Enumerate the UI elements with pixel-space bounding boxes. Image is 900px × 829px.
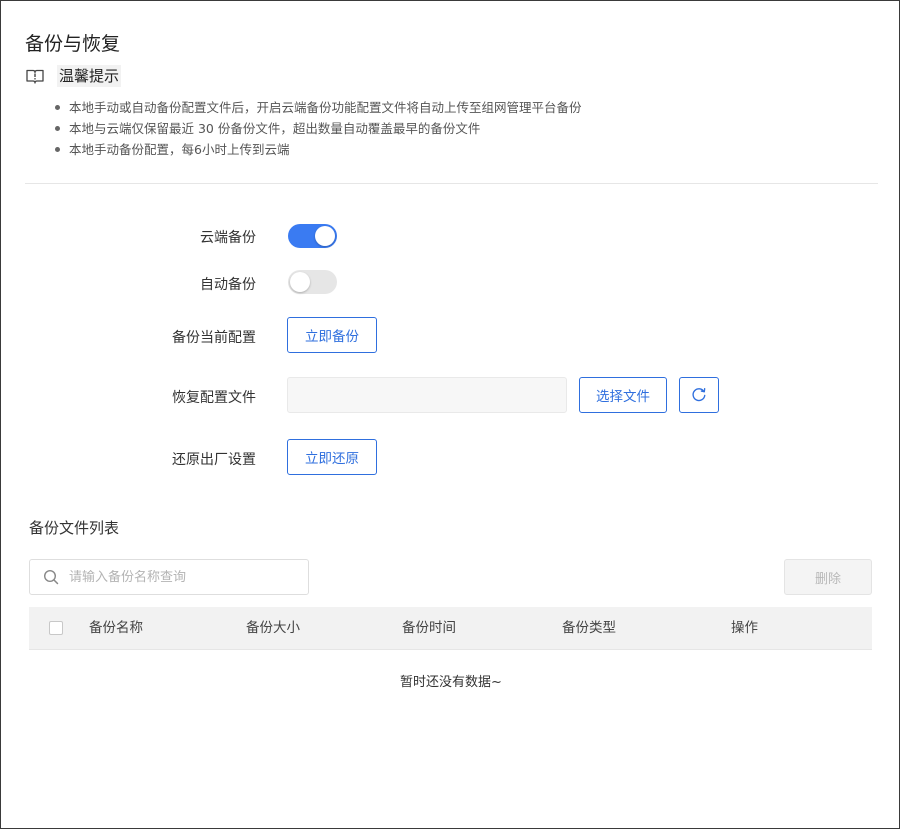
backup-restore-panel: 备份与恢复 温馨提示 本地手动或自动备份配置文件后，开启云端备份功能配置文件将自… bbox=[0, 0, 900, 829]
column-header-actions: 操作 bbox=[731, 620, 758, 636]
notice-header: 温馨提示 bbox=[25, 65, 122, 87]
column-header-time: 备份时间 bbox=[402, 620, 456, 636]
factory-reset-label: 还原出厂设置 bbox=[172, 452, 256, 468]
search-input[interactable] bbox=[69, 569, 289, 585]
notice-item: 本地与云端仅保留最近 30 份备份文件，超出数量自动覆盖最早的备份文件 bbox=[55, 118, 582, 139]
choose-file-button[interactable]: 选择文件 bbox=[579, 377, 667, 413]
empty-state-text: 暂时还没有数据~ bbox=[400, 675, 502, 690]
search-icon bbox=[43, 569, 59, 585]
backup-now-button[interactable]: 立即备份 bbox=[287, 317, 377, 353]
column-header-name: 备份名称 bbox=[89, 620, 143, 636]
auto-backup-toggle[interactable] bbox=[288, 270, 337, 294]
restore-now-button[interactable]: 立即还原 bbox=[287, 439, 377, 475]
auto-backup-label: 自动备份 bbox=[200, 277, 256, 293]
restore-file-field[interactable] bbox=[287, 377, 567, 413]
table-header: 备份名称 备份大小 备份时间 备份类型 操作 bbox=[29, 607, 872, 650]
backup-list-title: 备份文件列表 bbox=[29, 519, 120, 537]
notice-item: 本地手动备份配置，每6小时上传到云端 bbox=[55, 139, 582, 160]
section-divider bbox=[25, 183, 878, 184]
notice-item: 本地手动或自动备份配置文件后，开启云端备份功能配置文件将自动上传至组网管理平台备… bbox=[55, 97, 582, 118]
refresh-button[interactable] bbox=[679, 377, 719, 413]
cloud-backup-label: 云端备份 bbox=[200, 230, 256, 246]
refresh-icon bbox=[690, 386, 708, 404]
page-title: 备份与恢复 bbox=[25, 33, 121, 55]
column-header-size: 备份大小 bbox=[246, 620, 300, 636]
info-book-icon bbox=[25, 66, 45, 86]
notice-list: 本地手动或自动备份配置文件后，开启云端备份功能配置文件将自动上传至组网管理平台备… bbox=[55, 97, 582, 160]
search-box[interactable] bbox=[29, 559, 309, 595]
notice-title: 温馨提示 bbox=[57, 65, 122, 87]
toggle-knob bbox=[290, 272, 310, 292]
restore-file-label: 恢复配置文件 bbox=[172, 390, 256, 406]
toggle-knob bbox=[315, 226, 335, 246]
column-header-type: 备份类型 bbox=[562, 620, 616, 636]
backup-current-label: 备份当前配置 bbox=[172, 330, 256, 346]
delete-button[interactable]: 删除 bbox=[784, 559, 872, 595]
select-all-checkbox[interactable] bbox=[49, 621, 63, 635]
cloud-backup-toggle[interactable] bbox=[288, 224, 337, 248]
